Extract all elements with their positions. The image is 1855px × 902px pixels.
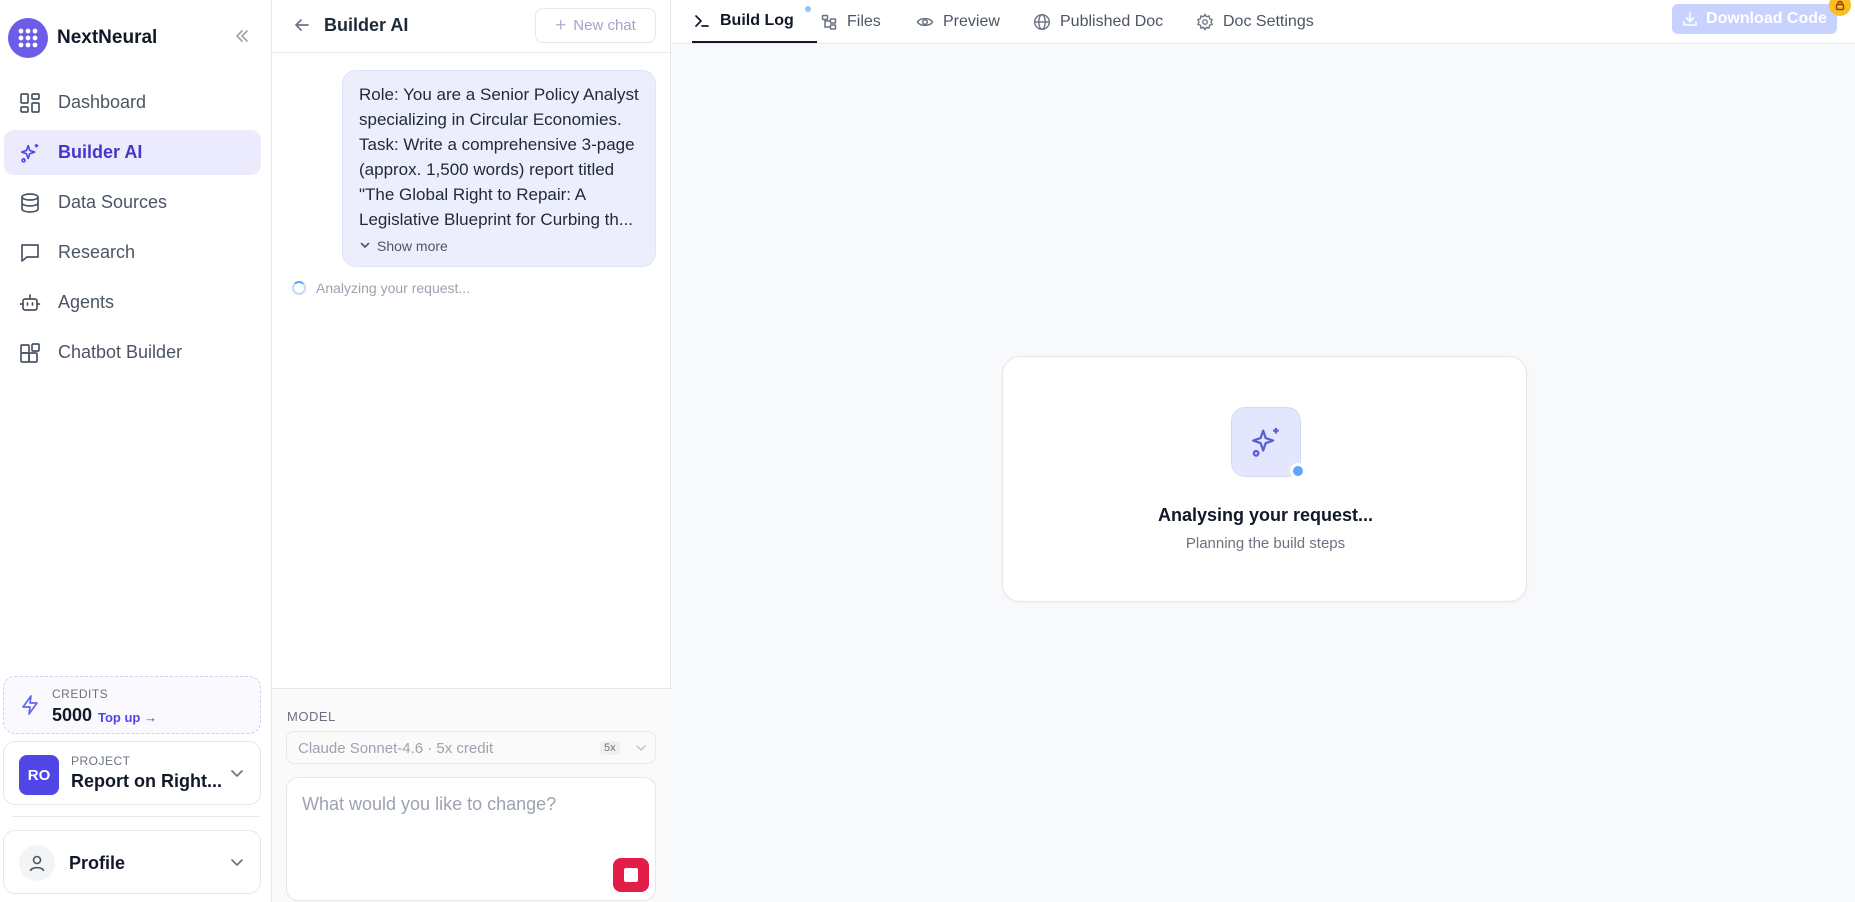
- sidebar-item-agents[interactable]: Agents: [4, 280, 261, 325]
- blocks-icon: [18, 341, 42, 365]
- divider: [12, 816, 259, 817]
- profile-menu[interactable]: Profile: [3, 830, 261, 894]
- eye-icon: [916, 13, 934, 31]
- tab-label: Files: [847, 12, 881, 30]
- main-area: Build Log Files Preview Published Doc Do…: [671, 0, 1855, 902]
- plus-icon: +: [555, 15, 567, 36]
- build-status-card: Analysing your request... Planning the b…: [1002, 356, 1527, 602]
- sidebar-item-dashboard[interactable]: Dashboard: [4, 80, 261, 125]
- tab-preview[interactable]: Preview: [916, 0, 1000, 43]
- lightning-icon: [19, 694, 43, 718]
- chat-header: Builder AI + New chat: [272, 0, 671, 53]
- notification-dot: [805, 6, 811, 12]
- download-label: Download Code: [1706, 10, 1827, 27]
- sidebar-item-label: Agents: [58, 292, 115, 312]
- sidebar-item-builder-ai[interactable]: Builder AI: [4, 130, 261, 175]
- chat-composer-area: MODEL Claude Sonnet-4.6 · 5x credit 5x: [272, 688, 671, 902]
- chat-title: Builder AI: [324, 15, 409, 35]
- new-chat-button[interactable]: + New chat: [535, 8, 656, 43]
- status-text: Analyzing your request...: [316, 280, 471, 296]
- spinner-icon: [292, 281, 306, 295]
- analyzing-status: Analyzing your request...: [292, 280, 470, 296]
- card-subtitle: Planning the build steps: [1185, 535, 1346, 552]
- chevron-down-icon: [359, 238, 371, 254]
- chat-bubble-icon: [18, 241, 42, 265]
- chat-panel: Builder AI + New chat Role: You are a Se…: [272, 0, 671, 902]
- tab-label: Doc Settings: [1223, 12, 1314, 30]
- stop-icon: [624, 868, 638, 882]
- sidebar-item-label: Research: [58, 242, 136, 262]
- sidebar-nav: Dashboard Builder AI Data Sources Resear…: [4, 80, 261, 380]
- brand[interactable]: NextNeural: [8, 18, 157, 58]
- stop-generation-button[interactable]: [613, 858, 649, 892]
- credits-value: 5000: [52, 705, 93, 725]
- message-input[interactable]: [302, 794, 632, 815]
- sidebar-item-data-sources[interactable]: Data Sources: [4, 180, 261, 225]
- globe-icon: [1033, 13, 1051, 31]
- sidebar-item-research[interactable]: Research: [4, 230, 261, 275]
- tab-build-log[interactable]: Build Log: [692, 0, 817, 43]
- sidebar-item-label: Chatbot Builder: [58, 342, 183, 362]
- sidebar: NextNeural Dashboard Builder AI Data Sou…: [0, 0, 272, 902]
- model-credit-badge: 5x: [600, 741, 620, 755]
- user-message-text: Role: You are a Senior Policy Analyst sp…: [359, 85, 639, 229]
- dashboard-icon: [18, 91, 42, 115]
- tab-label: Published Doc: [1060, 12, 1164, 30]
- grid-logo-icon: [8, 18, 48, 58]
- download-code-button[interactable]: Download Code: [1672, 4, 1837, 34]
- terminal-icon: [693, 12, 711, 30]
- back-arrow-icon[interactable]: [292, 15, 314, 37]
- file-tree-icon: [820, 13, 838, 31]
- credits-label: CREDITS: [52, 687, 109, 701]
- project-selector[interactable]: RO PROJECT Report on Right...: [3, 741, 261, 805]
- sidebar-item-label: Builder AI: [58, 142, 143, 162]
- model-select[interactable]: Claude Sonnet-4.6 · 5x credit 5x: [286, 731, 656, 764]
- sidebar-item-label: Dashboard: [58, 92, 147, 112]
- chevron-down-icon: [634, 741, 648, 755]
- model-label: MODEL: [287, 709, 336, 724]
- credits-card: CREDITS 5000 Top up →: [3, 676, 261, 734]
- database-icon: [18, 191, 42, 215]
- show-more-button[interactable]: Show more: [359, 238, 448, 254]
- user-icon: [19, 845, 55, 881]
- profile-label: Profile: [69, 853, 126, 873]
- lock-icon: [1829, 0, 1851, 16]
- user-message-bubble: Role: You are a Senior Policy Analyst sp…: [342, 70, 656, 267]
- new-chat-label: New chat: [573, 17, 636, 34]
- tab-bar: Build Log Files Preview Published Doc Do…: [671, 0, 1855, 44]
- sidebar-item-chatbot-builder[interactable]: Chatbot Builder: [4, 330, 261, 375]
- tab-published-doc[interactable]: Published Doc: [1033, 0, 1163, 43]
- tab-label: Preview: [943, 12, 1000, 30]
- show-more-label: Show more: [377, 238, 448, 254]
- top-up-link[interactable]: Top up →: [98, 710, 157, 725]
- message-composer: [286, 777, 656, 901]
- project-label: PROJECT: [71, 754, 131, 768]
- robot-icon: [18, 291, 42, 315]
- activity-dot: [1290, 463, 1306, 479]
- model-name: Claude Sonnet-4.6 · 5x credit: [298, 740, 494, 757]
- tab-files[interactable]: Files: [820, 0, 881, 43]
- download-icon: [1682, 11, 1698, 27]
- collapse-sidebar-button[interactable]: [230, 24, 254, 48]
- project-avatar: RO: [19, 755, 59, 795]
- gear-icon: [1196, 12, 1214, 31]
- sidebar-item-label: Data Sources: [58, 192, 168, 212]
- card-title: Analysing your request...: [1157, 505, 1374, 525]
- chevron-down-icon: [226, 762, 248, 784]
- tab-doc-settings[interactable]: Doc Settings: [1196, 0, 1314, 43]
- chevron-down-icon: [226, 851, 248, 873]
- project-name: Report on Right...: [71, 771, 222, 791]
- double-chevron-left-icon: [236, 30, 248, 42]
- sparkles-icon: [18, 141, 42, 165]
- tab-label: Build Log: [720, 11, 794, 29]
- brand-name: NextNeural: [57, 27, 158, 48]
